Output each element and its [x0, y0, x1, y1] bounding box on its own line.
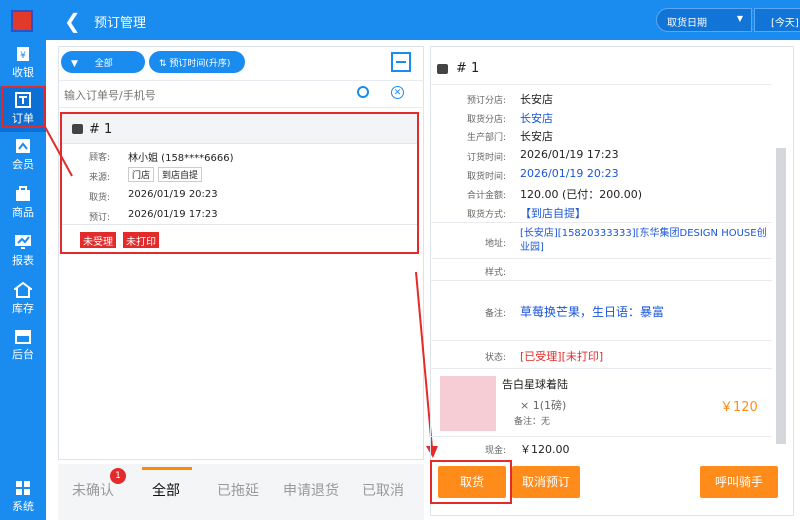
detail-key: 备注: [484, 309, 506, 319]
detail-value: 长安店 [520, 130, 553, 143]
product-price: ￥120 [720, 400, 758, 415]
tab-unconfirmed[interactable]: 未确认 [72, 480, 114, 500]
tab-return-request[interactable]: 申请退货 [283, 480, 339, 500]
detail-key: 订货时间: [466, 153, 506, 163]
detail-value: 【到店自提】 [520, 207, 586, 220]
divider [430, 258, 772, 259]
active-tab-indicator [142, 467, 192, 470]
detail-key: 取货方式: [466, 210, 506, 220]
highlight-box [430, 460, 512, 504]
product-name: 告白星球着陆 [502, 378, 568, 391]
detail-value: 长安店 [520, 112, 553, 125]
scrollbar[interactable] [776, 148, 786, 444]
unconfirmed-count-badge: 1 [110, 468, 126, 484]
divider [430, 222, 772, 223]
detail-key: 地址: [484, 239, 506, 249]
divider [430, 84, 772, 85]
tab-all[interactable]: 全部 [152, 480, 180, 500]
bag-icon [437, 64, 448, 74]
product-note: 备注：无 [514, 417, 551, 427]
detail-key: 状态: [484, 353, 506, 363]
detail-note: 草莓换芒果，生日语：暴富 [520, 305, 665, 319]
detail-value: 2026/01/19 17:23 [520, 148, 619, 161]
product-qty: × 1(1磅) [520, 399, 567, 412]
detail-key: 样式: [484, 268, 506, 278]
call-rider-button[interactable]: 呼叫骑手 [700, 466, 778, 498]
detail-address: [长安店][15820333333][东华集团DESIGN HOUSE创业园] [520, 228, 767, 253]
detail-value: 2026/01/19 20:23 [520, 167, 619, 180]
payment-key: 现金: [484, 446, 506, 456]
divider [430, 368, 772, 369]
detail-value: 120.00 (已付：200.00) [520, 188, 643, 201]
tab-delayed[interactable]: 已拖延 [217, 480, 259, 500]
detail-key: 取货时间: [466, 172, 506, 182]
detail-value: 长安店 [520, 93, 553, 106]
detail-order-number: # 1 [456, 61, 480, 76]
divider [430, 436, 772, 437]
tab-cancelled[interactable]: 已取消 [362, 480, 404, 500]
detail-key: 合计金额: [466, 191, 506, 201]
product-image [440, 376, 496, 431]
detail-key: 生产部门: [466, 133, 506, 143]
detail-key: 预订分店: [466, 96, 506, 106]
detail-key: 取货分店: [466, 115, 506, 125]
detail-status: [已受理][未打印] [520, 350, 604, 363]
payment-value: ￥120.00 [520, 443, 570, 456]
cancel-booking-button[interactable]: 取消预订 [512, 466, 580, 498]
divider [430, 340, 772, 341]
divider [430, 280, 772, 281]
